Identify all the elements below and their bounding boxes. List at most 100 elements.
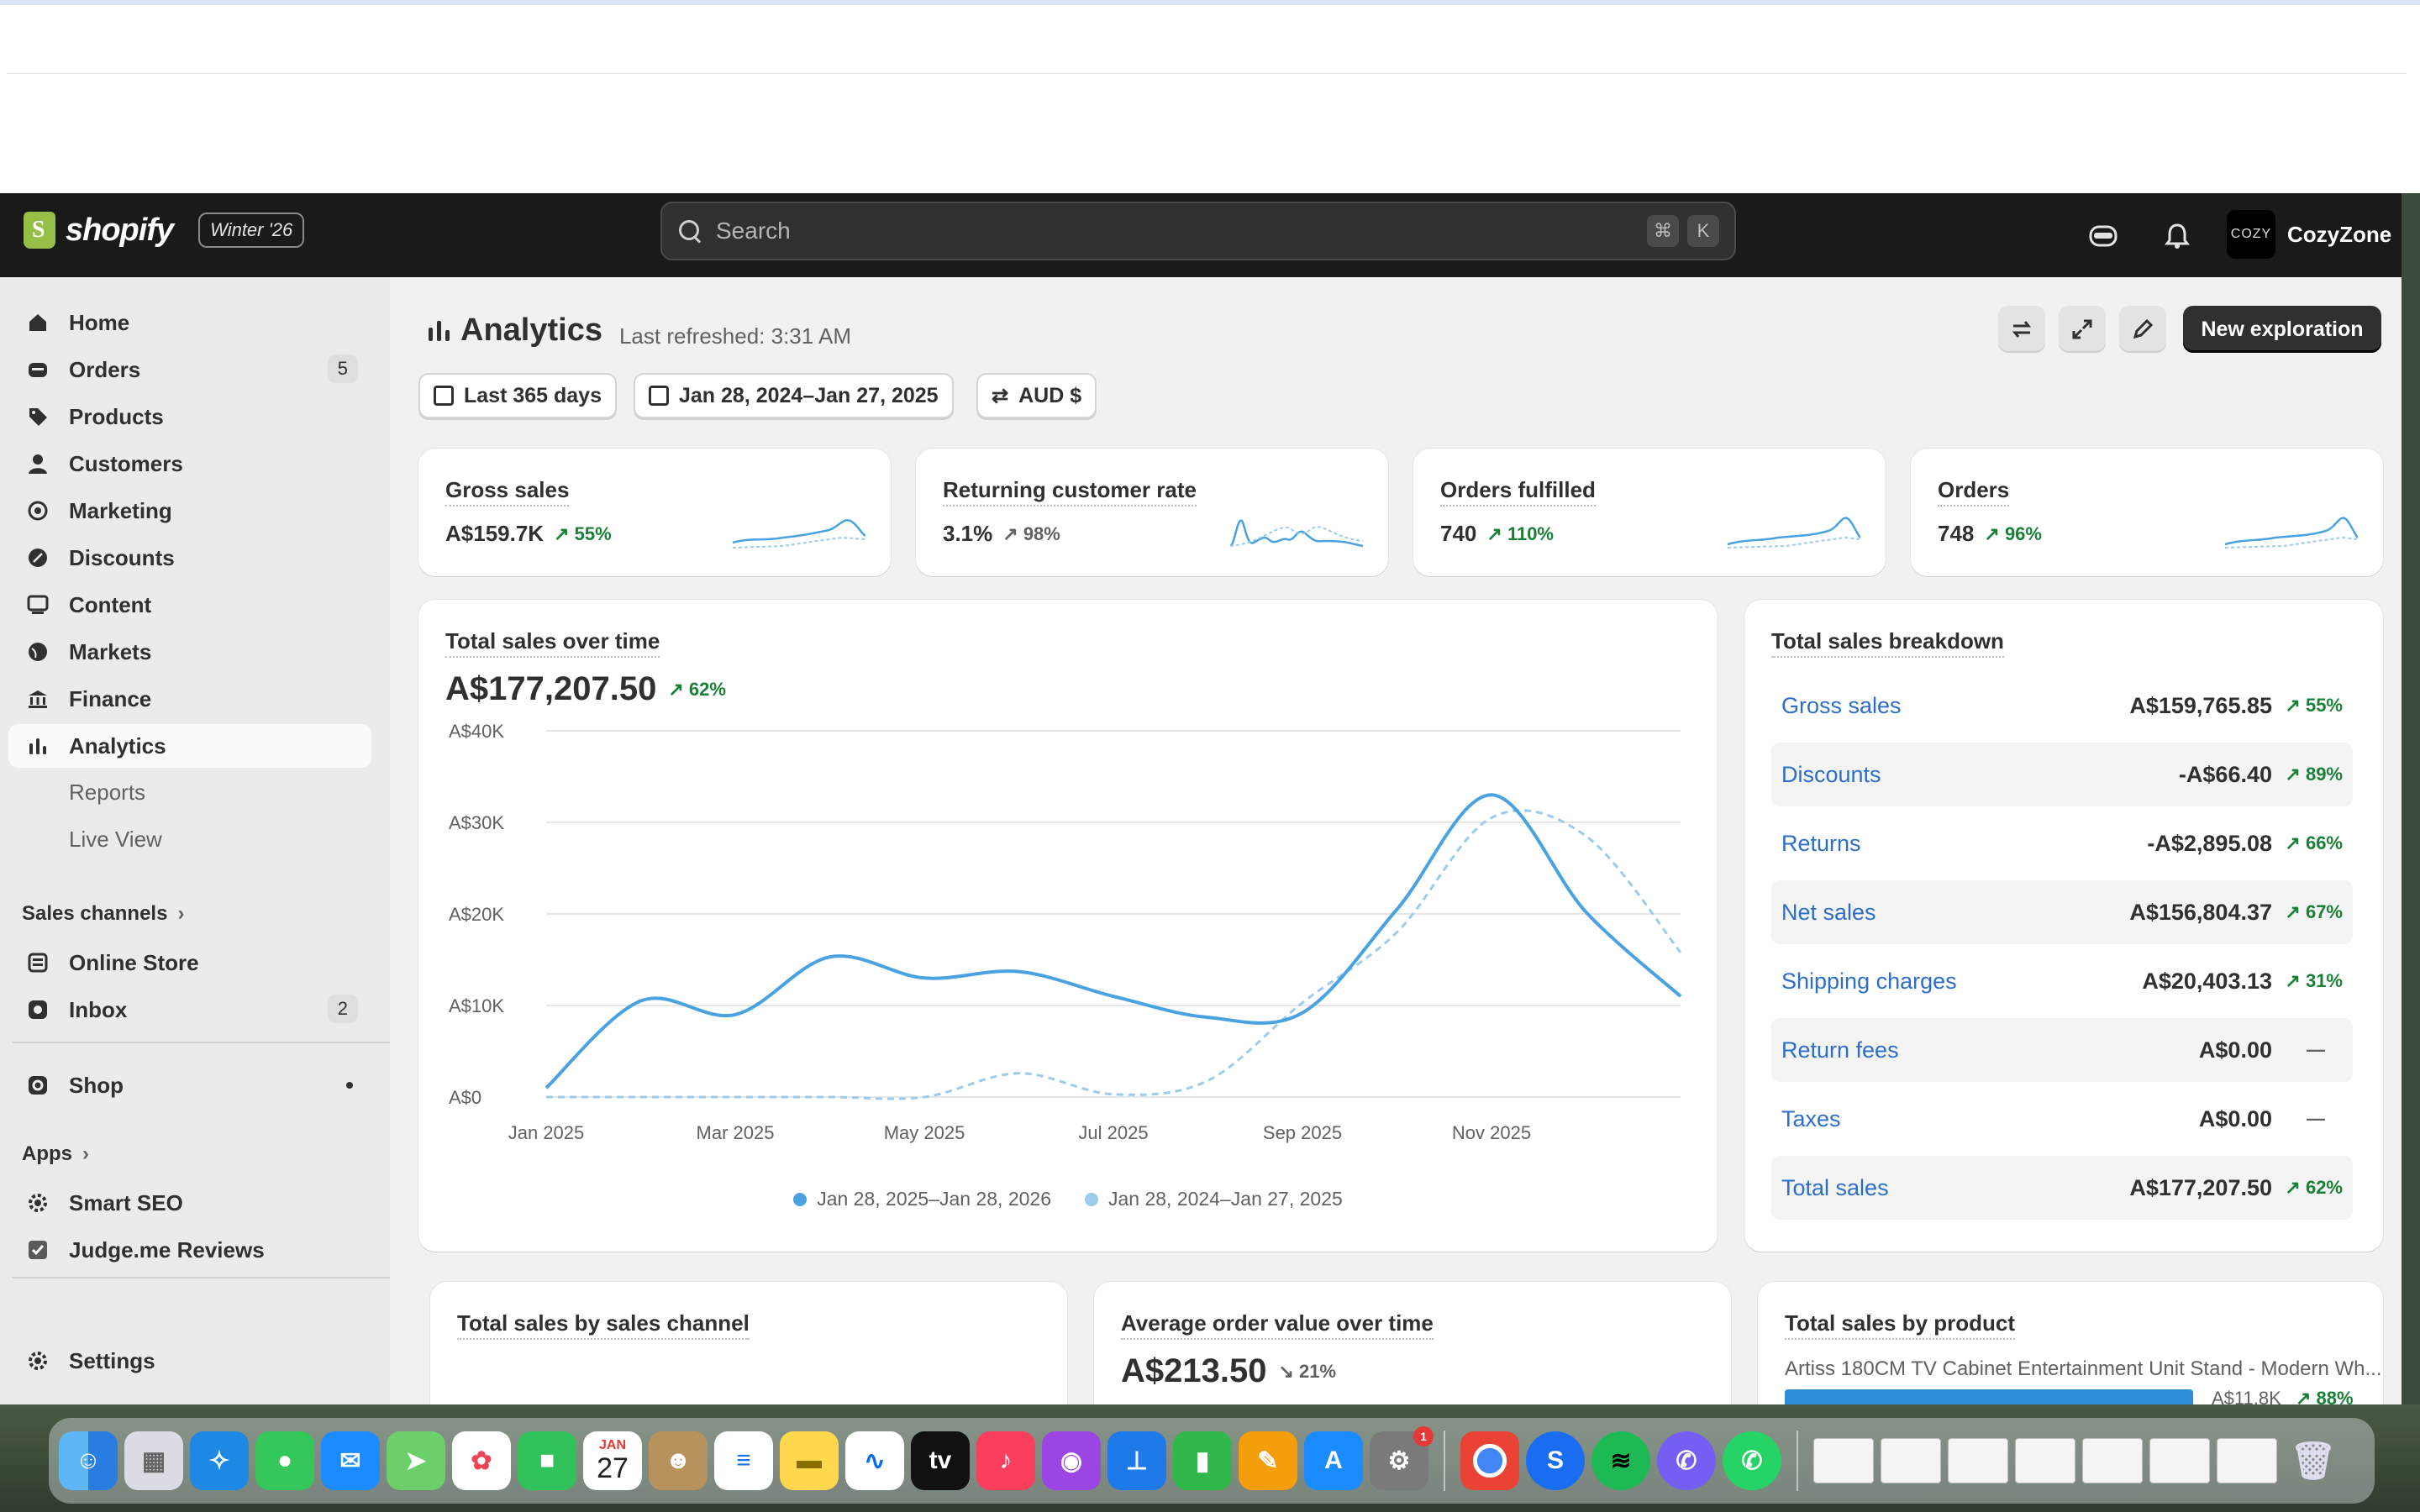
sales-channels-heading[interactable]: Sales channels ›: [22, 902, 184, 926]
sidebar-item-home[interactable]: Home: [8, 301, 371, 344]
sidekick-icon[interactable]: [2084, 217, 2123, 255]
sidebar-item-content[interactable]: Content: [8, 583, 371, 627]
sidebar-item-judgeme[interactable]: Judge.me Reviews: [8, 1228, 371, 1272]
viber-icon[interactable]: ✆: [1657, 1431, 1716, 1490]
notes-icon[interactable]: ▬: [780, 1431, 839, 1490]
minimized-window-thumbnail[interactable]: [1948, 1438, 2008, 1483]
breakdown-label[interactable]: Return fees: [1781, 1037, 2199, 1063]
shopify-logo[interactable]: shopify Winter '26: [24, 212, 305, 249]
period-filter[interactable]: Last 365 days: [418, 373, 617, 418]
breakdown-row[interactable]: Gross sales A$159,765.85 ↗ 55%: [1771, 674, 2353, 738]
series-line-current[interactable]: [544, 793, 1682, 1089]
sidebar-item-markets[interactable]: Markets: [8, 630, 371, 674]
keynote-icon[interactable]: ⊥: [1107, 1431, 1166, 1490]
music-icon[interactable]: ♪: [976, 1431, 1035, 1490]
card-title[interactable]: Total sales by sales channel: [457, 1310, 750, 1340]
sidebar-item-inbox[interactable]: Inbox 2: [8, 988, 371, 1032]
fullscreen-button[interactable]: [2059, 306, 2106, 353]
date-range-filter[interactable]: Jan 28, 2024–Jan 27, 2025: [634, 373, 954, 418]
finder-icon[interactable]: ☺: [59, 1431, 118, 1490]
new-exploration-button[interactable]: New exploration: [2183, 306, 2381, 353]
breakdown-label[interactable]: Net sales: [1781, 900, 2129, 926]
sidebar-item-customers[interactable]: Customers: [8, 442, 371, 486]
bell-icon[interactable]: [2158, 217, 2196, 255]
pages-icon[interactable]: ✎: [1239, 1431, 1297, 1490]
facetime-icon[interactable]: ■: [518, 1431, 576, 1490]
breakdown-row[interactable]: Taxes A$0.00 —: [1771, 1087, 2353, 1151]
breakdown-label[interactable]: Gross sales: [1781, 693, 2129, 719]
legend-label: Jan 28, 2025–Jan 28, 2026: [817, 1188, 1051, 1210]
sidebar-item-discounts[interactable]: Discounts: [8, 536, 371, 580]
breakdown-row[interactable]: Return fees A$0.00 —: [1771, 1018, 2353, 1082]
series-line-previous[interactable]: [546, 809, 1682, 1100]
sidebar-item-shop[interactable]: Shop: [8, 1063, 371, 1107]
system-settings-icon[interactable]: ⚙ 1: [1370, 1426, 1434, 1490]
minimized-window-thumbnail[interactable]: [2149, 1438, 2210, 1483]
sidebar-sub-reports[interactable]: Reports: [69, 780, 145, 806]
mail-icon[interactable]: ✉: [321, 1431, 380, 1490]
podcasts-icon[interactable]: ◉: [1042, 1431, 1101, 1490]
apps-heading[interactable]: Apps ›: [22, 1142, 89, 1166]
edition-badge[interactable]: Winter '26: [198, 213, 305, 248]
photos-icon[interactable]: ✿: [452, 1431, 511, 1490]
kpi-card-gross-sales[interactable]: Gross sales A$159.7K ↗ 55%: [418, 449, 891, 576]
reminders-icon[interactable]: ≡: [714, 1431, 773, 1490]
trash-icon[interactable]: 🗑: [2284, 1431, 2343, 1490]
sidebar-item-analytics[interactable]: Analytics: [8, 724, 371, 768]
legend-item-previous[interactable]: Jan 28, 2024–Jan 27, 2025: [1085, 1188, 1343, 1210]
numbers-icon[interactable]: ▮: [1173, 1431, 1232, 1490]
minimized-window-thumbnail[interactable]: [2015, 1438, 2075, 1483]
breakdown-row[interactable]: Shipping charges A$20,403.13 ↗ 31%: [1771, 949, 2353, 1013]
kpi-card-returning-rate[interactable]: Returning customer rate 3.1% ↗ 98%: [916, 449, 1388, 576]
minimized-window-thumbnail[interactable]: [1813, 1438, 1874, 1483]
refresh-button[interactable]: [1998, 306, 2045, 353]
maps-icon[interactable]: ➤: [387, 1431, 445, 1490]
sales-line-chart[interactable]: A$0 A$10K A$20K A$30K A$40K Jan 2025 Mar 2025 M…: [418, 717, 1718, 1188]
edit-button[interactable]: [2119, 306, 2166, 353]
skype-icon[interactable]: S: [1526, 1431, 1585, 1490]
breakdown-title[interactable]: Total sales breakdown: [1771, 628, 2004, 658]
sidebar-item-finance[interactable]: Finance: [8, 677, 371, 721]
store-menu[interactable]: COZY CozyZone: [2227, 210, 2391, 259]
apple-tv-icon[interactable]: tv: [911, 1431, 970, 1490]
product-name[interactable]: Artiss 180CM TV Cabinet Entertainment Un…: [1785, 1357, 2382, 1381]
freeform-icon[interactable]: ∿: [845, 1431, 904, 1490]
currency-filter[interactable]: ⇄ AUD $: [976, 373, 1097, 418]
breakdown-label[interactable]: Shipping charges: [1781, 969, 2142, 995]
contacts-icon[interactable]: ☻: [649, 1431, 708, 1490]
search-bar[interactable]: Search ⌘ K: [660, 202, 1736, 260]
breakdown-row[interactable]: Net sales A$156,804.37 ↗ 67%: [1771, 880, 2353, 944]
safari-icon[interactable]: ✧: [190, 1431, 249, 1490]
spotify-icon[interactable]: ≋: [1591, 1431, 1650, 1490]
minimized-window-thumbnail[interactable]: [1881, 1438, 1941, 1483]
kpi-card-orders-fulfilled[interactable]: Orders fulfilled 740 ↗ 110%: [1413, 449, 1886, 576]
breakdown-row[interactable]: Discounts -A$66.40 ↗ 89%: [1771, 743, 2353, 806]
sidebar-item-smart-seo[interactable]: Smart SEO: [8, 1181, 371, 1225]
breakdown-label[interactable]: Taxes: [1781, 1106, 2199, 1132]
messages-icon[interactable]: ●: [255, 1431, 314, 1490]
sidebar-item-products[interactable]: Products: [8, 395, 371, 438]
whatsapp-icon[interactable]: ✆: [1723, 1431, 1781, 1490]
sidebar-item-marketing[interactable]: Marketing: [8, 489, 371, 533]
legend-item-current[interactable]: Jan 28, 2025–Jan 28, 2026: [793, 1188, 1051, 1210]
sidebar-item-settings[interactable]: Settings: [8, 1339, 371, 1383]
chrome-icon[interactable]: [1460, 1431, 1519, 1490]
launchpad-icon[interactable]: ▦: [124, 1431, 183, 1490]
sidebar-item-online-store[interactable]: Online Store: [8, 941, 371, 984]
sidebar-sub-live-view[interactable]: Live View: [69, 827, 162, 853]
chart-total-value: A$177,207.50: [445, 670, 657, 707]
chart-title[interactable]: Total sales over time: [445, 628, 660, 658]
kpi-card-orders[interactable]: Orders 748 ↗ 96%: [1911, 449, 2383, 576]
breakdown-row[interactable]: Returns -A$2,895.08 ↗ 66%: [1771, 811, 2353, 875]
minimized-window-thumbnail[interactable]: [2217, 1438, 2277, 1483]
card-title[interactable]: Total sales by product: [1785, 1310, 2016, 1340]
sidebar-item-orders[interactable]: Orders 5: [8, 348, 371, 391]
card-title[interactable]: Average order value over time: [1121, 1310, 1434, 1340]
app-store-icon[interactable]: A: [1304, 1431, 1363, 1490]
breakdown-row[interactable]: Total sales A$177,207.50 ↗ 62%: [1771, 1156, 2353, 1220]
breakdown-label[interactable]: Total sales: [1781, 1175, 2129, 1201]
minimized-window-thumbnail[interactable]: [2082, 1438, 2143, 1483]
calendar-icon[interactable]: JAN 27: [583, 1431, 642, 1490]
breakdown-label[interactable]: Discounts: [1781, 762, 2179, 788]
breakdown-label[interactable]: Returns: [1781, 831, 2147, 857]
